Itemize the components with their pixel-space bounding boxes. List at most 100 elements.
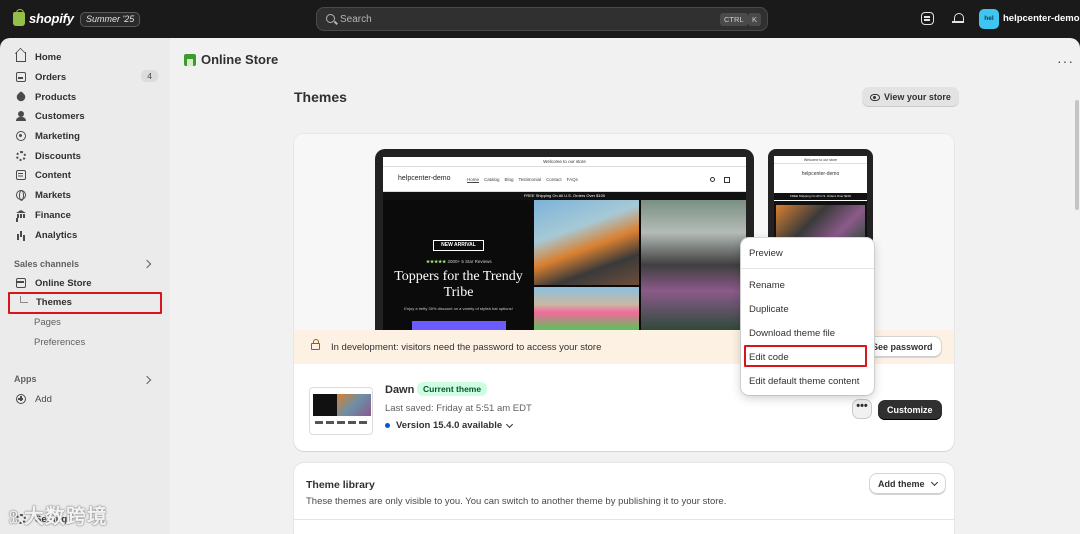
menu-item-rename[interactable]: Rename	[749, 280, 785, 291]
hero-photo-2	[534, 287, 639, 330]
sidebar-item-discounts[interactable]: Discounts	[9, 147, 159, 165]
menu-item-preview[interactable]: Preview	[749, 248, 783, 259]
store-switcher-icon[interactable]	[921, 12, 934, 25]
edition-badge[interactable]: Summer '25	[80, 12, 141, 27]
view-store-label: View your store	[884, 92, 951, 102]
hero-photo-1	[534, 200, 639, 285]
divider	[294, 519, 954, 520]
theme-thumbnail[interactable]	[309, 387, 373, 435]
sidebar-item-pages[interactable]: Pages	[34, 317, 61, 328]
preview-badge: NEW ARRIVAL	[433, 240, 484, 251]
sidebar-item-analytics[interactable]: Analytics	[9, 226, 159, 244]
page-title: Online Store	[201, 52, 279, 67]
search-icon	[326, 14, 335, 23]
plus-circle-icon	[16, 394, 26, 404]
sidebar-item-label: Products	[35, 91, 77, 103]
sidebar-item-orders[interactable]: Orders 4	[9, 68, 159, 86]
sidebar-item-preferences[interactable]: Preferences	[34, 337, 85, 348]
sidebar-item-label: Orders	[35, 71, 67, 83]
search-placeholder: Search	[340, 14, 372, 25]
sidebar-item-marketing[interactable]: Marketing	[9, 127, 159, 145]
sidebar-item-label: Customers	[35, 110, 85, 122]
last-saved-text: Last saved: Friday at 5:51 am EDT	[385, 403, 532, 414]
lock-icon	[311, 339, 320, 350]
menu-item-download[interactable]: Download theme file	[749, 328, 835, 339]
sidebar-item-label: Content	[35, 169, 71, 181]
bar-chart-icon	[16, 230, 26, 240]
preview-cart-icon	[724, 177, 730, 183]
preview-nav: Home Catalog Blog Testimonial Contact FA…	[467, 177, 578, 182]
document-icon	[16, 170, 26, 180]
kbd-k: K	[748, 13, 762, 26]
sidebar-item-label: Analytics	[35, 229, 78, 241]
hero-photo-3	[641, 200, 746, 330]
sidebar-item-online-store[interactable]: Online Store	[9, 274, 159, 292]
chevron-down-icon[interactable]	[505, 420, 514, 429]
customize-label: Customize	[887, 405, 933, 415]
sidebar-item-products[interactable]: Products	[9, 88, 159, 106]
version-available-link[interactable]: Version 15.4.0 available	[396, 420, 502, 431]
shopify-logo[interactable]: shopify	[13, 8, 74, 26]
preview-nav-item: Home	[467, 177, 480, 182]
sidebar-item-markets[interactable]: Markets	[9, 186, 159, 204]
orders-count-badge: 4	[141, 70, 158, 82]
home-icon	[16, 52, 26, 62]
sidebar-item-content[interactable]: Content	[9, 166, 159, 184]
page-header: Online Store	[184, 52, 278, 67]
more-actions-icon[interactable]: ···	[1057, 54, 1074, 68]
preview-announcement: Welcome to our store	[383, 157, 746, 167]
preview-cta	[412, 321, 506, 330]
sidebar-item-label: Finance	[35, 209, 71, 221]
themes-highlight-box	[8, 292, 162, 314]
theme-actions-button[interactable]: •••	[853, 400, 871, 418]
theme-actions-menu: Preview Rename Duplicate Download theme …	[741, 238, 874, 395]
menu-item-edit-default-content[interactable]: Edit default theme content	[749, 376, 859, 387]
sidebar-item-home[interactable]: Home	[9, 48, 159, 66]
bell-icon[interactable]	[952, 12, 965, 25]
storefront-icon	[16, 278, 26, 288]
theme-name: Dawn	[385, 384, 415, 396]
discount-icon	[16, 151, 26, 161]
sidebar-item-customers[interactable]: Customers	[9, 107, 159, 125]
preview-shipping-bar: FREE Shipping On All U.S. Orders Over $1…	[383, 192, 746, 200]
edit-code-highlight-box	[744, 345, 867, 367]
sidebar-item-label: Add	[35, 393, 52, 405]
preview-headline: Toppers for the Trendy Tribe	[394, 269, 523, 300]
preview-site-logo: helpcenter-demo	[398, 175, 451, 182]
customize-button[interactable]: Customize	[878, 400, 942, 420]
see-password-label: See password	[872, 342, 933, 352]
orders-icon	[16, 72, 26, 82]
see-password-button[interactable]: See password	[864, 337, 941, 357]
phone-site-logo: helpcenter-demo	[801, 171, 840, 177]
preview-hero: NEW ARRIVAL ★★★★★ 2000+ 5 Star Reviews T…	[383, 200, 746, 330]
search-input[interactable]: Search CTRL K	[316, 7, 768, 31]
shopify-bag-icon	[13, 8, 25, 26]
add-theme-label: Add theme	[878, 479, 925, 489]
view-store-button[interactable]: View your store	[862, 87, 959, 107]
themes-title: Themes	[294, 89, 347, 105]
version-status-dot	[385, 423, 390, 428]
online-store-icon	[184, 53, 196, 66]
preview-site-header: helpcenter-demo Home Catalog Blog Testim…	[383, 167, 746, 192]
scrollbar[interactable]	[1075, 100, 1079, 210]
phone-shipping-bar: FREE Shipping On All U.S. Orders Over $1…	[774, 193, 867, 200]
preview-nav-item: Catalog	[484, 177, 500, 182]
kbd-ctrl: CTRL	[720, 13, 748, 26]
phone-announcement: Welcome to our store	[774, 156, 867, 164]
menu-item-duplicate[interactable]: Duplicate	[749, 304, 789, 315]
sales-channels-heading[interactable]: Sales channels	[14, 259, 79, 269]
theme-library-title: Theme library	[306, 479, 375, 491]
preview-stars: ★★★★★ 2000+ 5 Star Reviews	[426, 259, 492, 264]
preview-nav-item: Blog	[504, 177, 514, 182]
chevron-down-icon	[930, 478, 938, 486]
avatar[interactable]: hel	[979, 9, 999, 29]
add-theme-button[interactable]: Add theme	[870, 474, 945, 494]
target-icon	[16, 131, 26, 141]
store-name[interactable]: helpcenter-demo	[1003, 13, 1080, 24]
apps-heading[interactable]: Apps	[14, 374, 37, 384]
sidebar-item-finance[interactable]: Finance	[9, 206, 159, 224]
preview-nav-item: FAQs	[566, 177, 578, 182]
desktop-preview: Welcome to our store helpcenter-demo Hom…	[375, 149, 754, 330]
preview-subline: Enjoy a hefty 30% discount on a variety …	[404, 306, 513, 311]
sidebar-item-add[interactable]: Add	[9, 390, 159, 408]
